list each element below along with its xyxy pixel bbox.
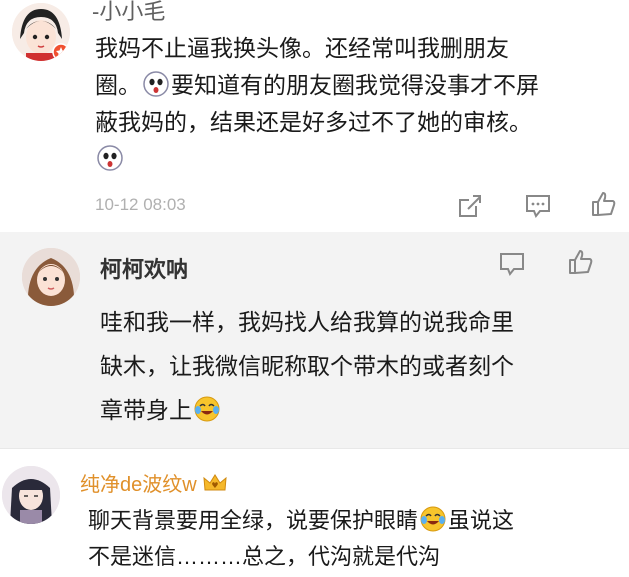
username-text: 纯净de波纹w — [80, 474, 197, 496]
laughing-tears-emoji — [420, 506, 446, 532]
surprised-face-emoji — [97, 145, 123, 171]
comment-line-text: 虽说这 — [448, 508, 515, 533]
surprised-face-emoji — [143, 71, 169, 97]
comment-line-text: 圈。 — [95, 72, 141, 98]
comment-line: 缺木，让我微信昵称取个带木的或者刻个 — [100, 353, 514, 379]
like-icon[interactable] — [567, 248, 595, 276]
comment-line-text: 聊天背景要用全绿，说要保护眼睛 — [88, 508, 419, 533]
comment-3: 纯净de波纹w ♥ 聊天背景要用全绿，说要保护眼睛 虽说这 不是迷信………总之，代… — [0, 448, 629, 577]
timestamp: 10-12 08:03 — [95, 195, 186, 214]
share-icon[interactable] — [456, 192, 484, 220]
comment-line — [95, 141, 539, 178]
avatar[interactable] — [22, 248, 80, 306]
username[interactable]: 柯柯欢呐 — [100, 252, 188, 284]
username[interactable]: -小小毛 — [92, 0, 165, 26]
comment-text: 我妈不止逼我换头像。还经常叫我删朋友 圈。 要知道有的朋友圈我觉得没事才不屏 蔽我… — [95, 30, 539, 178]
comment-2: 柯柯欢呐 哇和我一样，我妈找人给我算的说我命里 缺木，让我微信昵称取个带木的或者… — [0, 232, 629, 448]
username[interactable]: 纯净de波纹w ♥ — [80, 468, 228, 497]
vip-badge-icon — [52, 43, 70, 61]
comment-icon[interactable] — [524, 192, 552, 220]
comment-line: 蔽我妈的，结果还是好多过不了她的审核。 — [95, 109, 532, 135]
comment-line: 章带身上 — [100, 388, 514, 432]
comment-line: 圈。 要知道有的朋友圈我觉得没事才不屏 — [95, 67, 539, 104]
avatar[interactable] — [12, 3, 70, 61]
laughing-tears-emoji — [194, 396, 220, 422]
comment-line: 我妈不止逼我换头像。还经常叫我删朋友 — [95, 35, 509, 61]
comment-line-text: 要知道有的朋友圈我觉得没事才不屏 — [171, 72, 539, 98]
avatar[interactable] — [2, 466, 60, 524]
divider — [0, 448, 629, 449]
crown-badge-icon: ♥ — [203, 474, 227, 491]
comment-icon[interactable] — [498, 250, 526, 278]
comment-line: 聊天背景要用全绿，说要保护眼睛 虽说这 — [88, 503, 514, 539]
comment-text: 聊天背景要用全绿，说要保护眼睛 虽说这 不是迷信………总之，代沟就是代沟 — [88, 503, 514, 575]
like-icon[interactable] — [590, 190, 618, 218]
comment-line: 哇和我一样，我妈找人给我算的说我命里 — [100, 309, 514, 335]
comment-text: 哇和我一样，我妈找人给我算的说我命里 缺木，让我微信昵称取个带木的或者刻个 章带… — [100, 300, 514, 432]
comment-line: 不是迷信………总之，代沟就是代沟 — [88, 544, 441, 569]
svg-text:♥: ♥ — [212, 481, 219, 490]
comment-line-text: 章带身上 — [100, 397, 192, 423]
comment-1: -小小毛 我妈不止逼我换头像。还经常叫我删朋友 圈。 要知道有的朋友圈我觉得没事才… — [0, 0, 629, 232]
